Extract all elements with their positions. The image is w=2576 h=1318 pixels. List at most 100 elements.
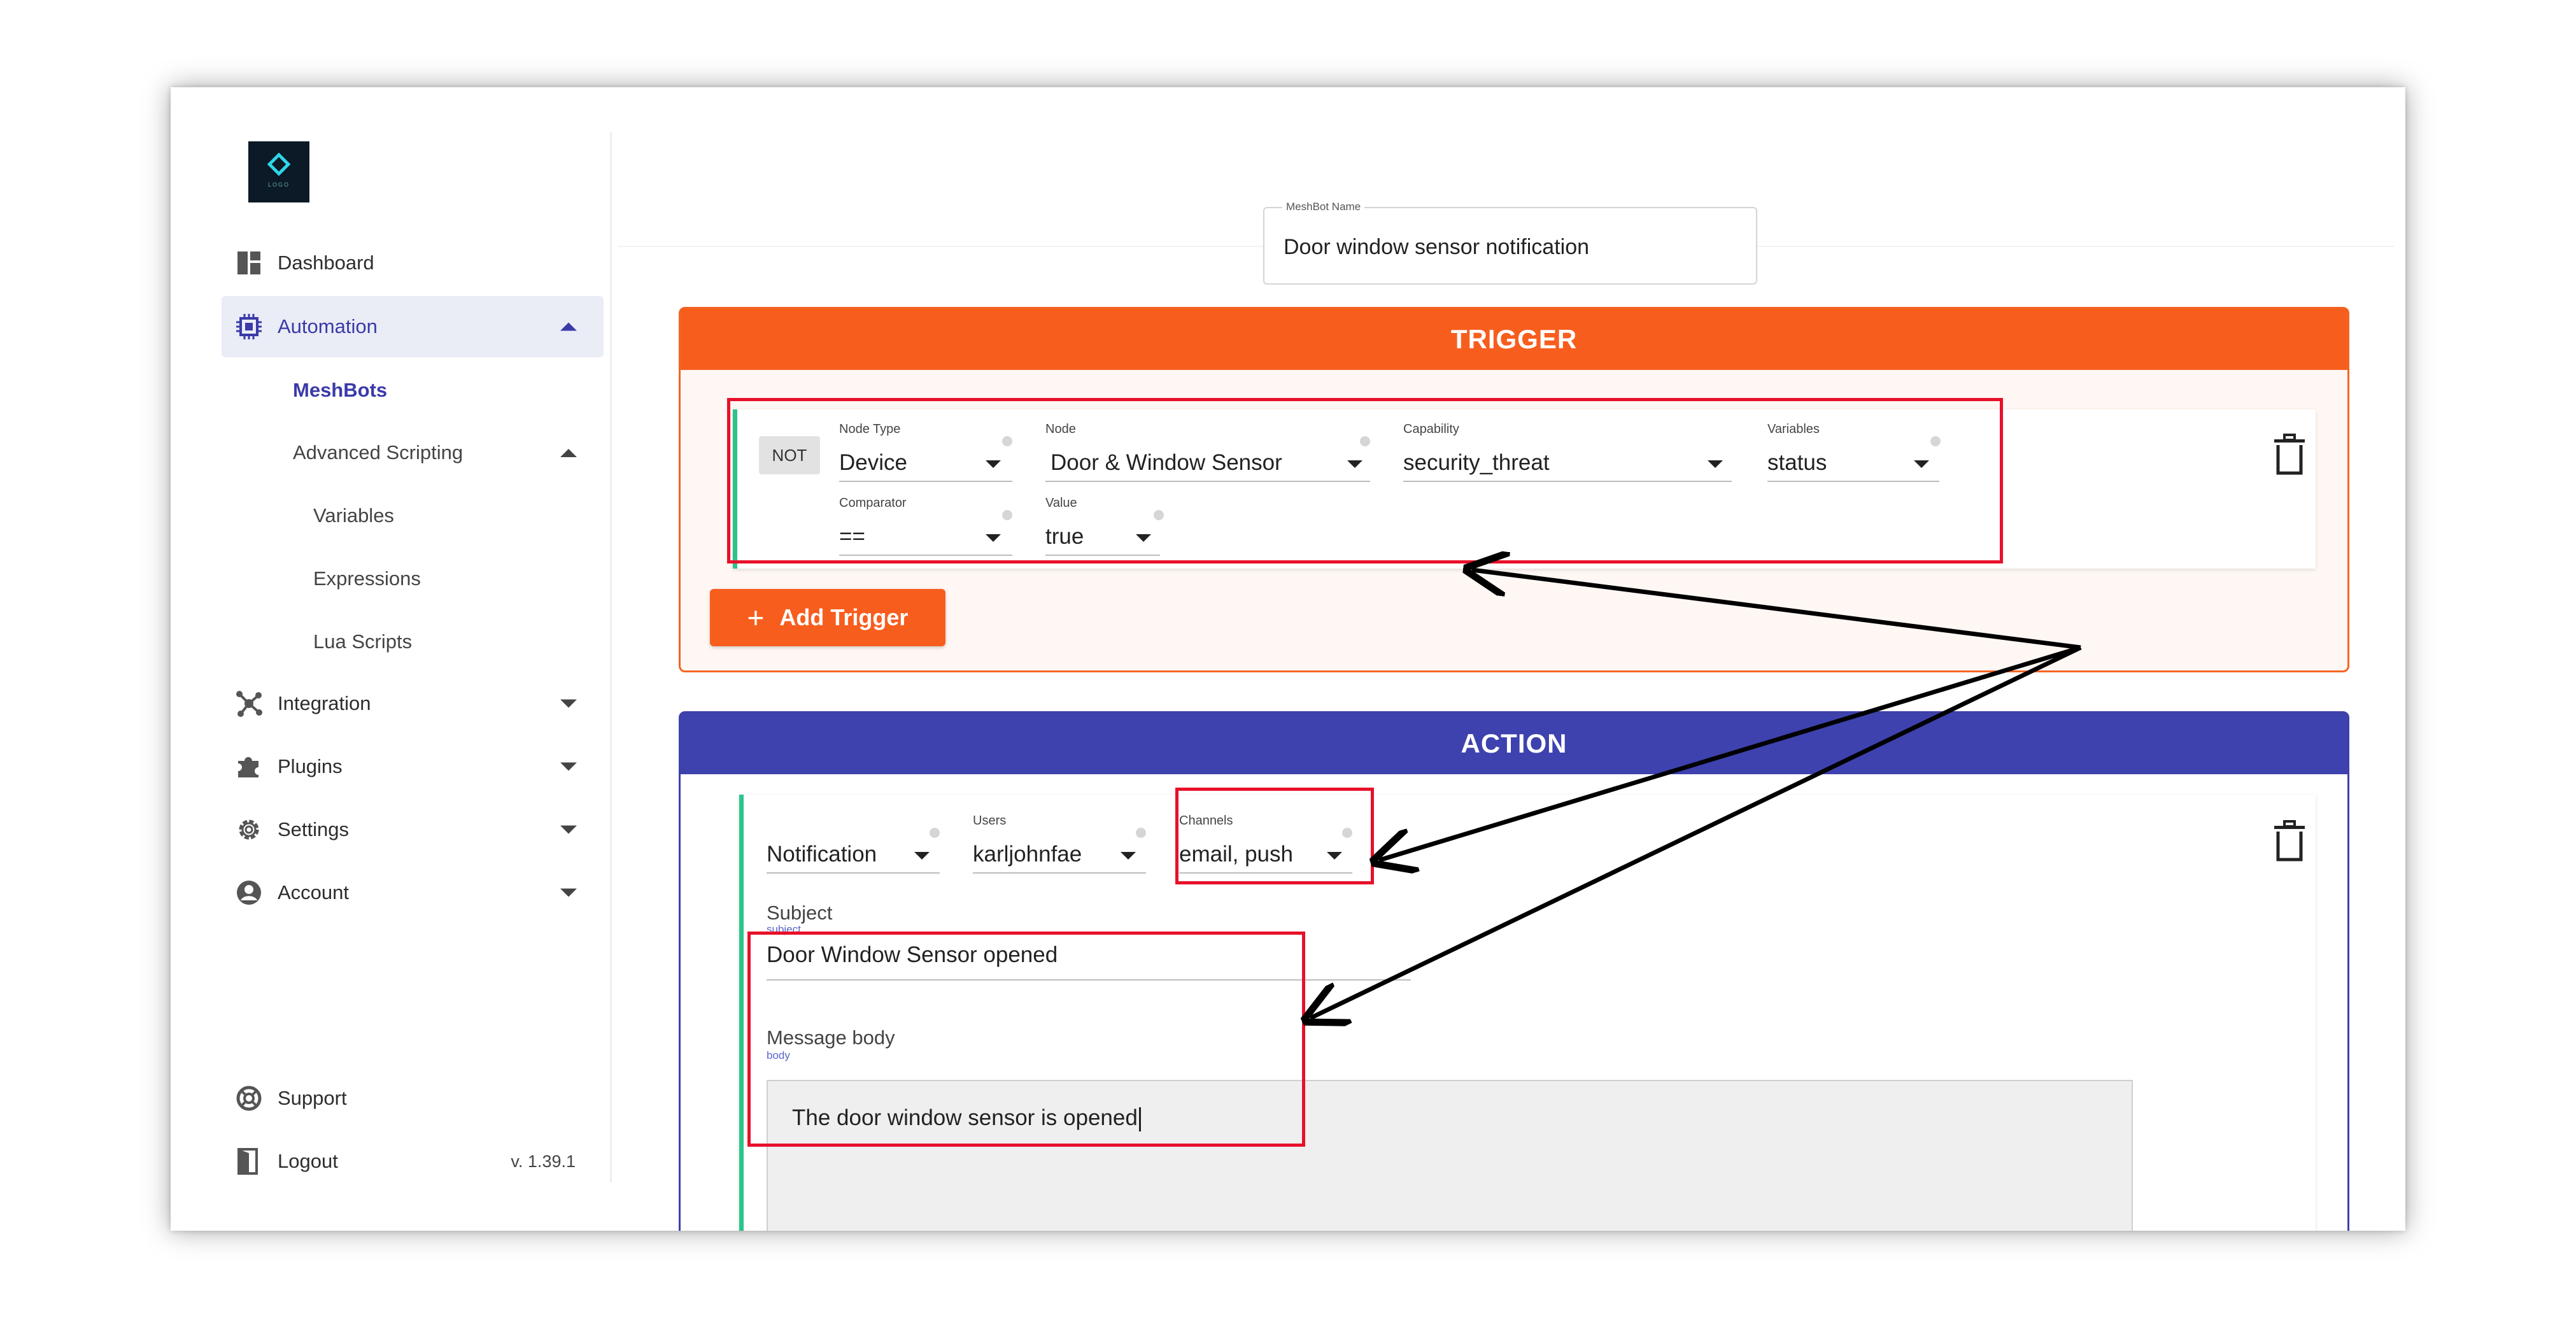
info-dot-icon (930, 828, 940, 838)
info-dot-icon (1930, 436, 1941, 446)
chevron-down-icon (1121, 852, 1136, 860)
sidebar-item-logout[interactable]: Logout v. 1.39.1 (222, 1131, 604, 1192)
app-logo[interactable]: LOGO (248, 141, 309, 202)
chevron-down-icon (1914, 460, 1929, 468)
node-type-value: Device (839, 450, 907, 475)
message-body-textarea[interactable]: The door window sensor is opened (767, 1080, 2133, 1231)
chevron-down-icon (1347, 460, 1362, 468)
info-dot-icon (1342, 828, 1352, 838)
chip-icon (234, 312, 264, 341)
value-select[interactable]: Value true (1045, 496, 1164, 557)
variables-value: status (1767, 450, 1827, 475)
field-underline (839, 481, 1012, 482)
channels-value: email, push (1179, 842, 1293, 867)
info-dot-icon (1360, 436, 1370, 446)
trigger-section: TRIGGER NOT Node Type Device Node Door &… (679, 307, 2349, 672)
integration-hub-icon (234, 689, 264, 718)
sidebar-item-account[interactable]: Account (222, 862, 604, 923)
action-title: ACTION (681, 713, 2347, 774)
meshbot-name-label: MeshBot Name (1282, 201, 1365, 213)
field-underline (1045, 481, 1370, 482)
comparator-select[interactable]: Comparator == (839, 496, 1012, 557)
sidebar-item-variables[interactable]: Variables (313, 490, 394, 541)
comparator-value: == (839, 524, 865, 549)
node-type-label: Node Type (839, 422, 901, 436)
capability-select[interactable]: Capability security_threat (1403, 422, 1732, 483)
not-toggle-button[interactable]: NOT (759, 436, 820, 474)
field-underline (1403, 481, 1732, 482)
sidebar-item-advanced-scripting[interactable]: Advanced Scripting (293, 427, 604, 478)
delete-trigger-trash-icon[interactable] (2272, 434, 2307, 476)
chevron-down-icon (1136, 534, 1151, 542)
field-underline (1767, 481, 1939, 482)
field-underline (767, 872, 940, 874)
message-body-sublabel: body (767, 1049, 790, 1061)
info-dot-icon (1154, 510, 1164, 520)
node-value: Door & Window Sensor (1051, 450, 1282, 475)
chevron-down-icon (914, 852, 930, 860)
chevron-down-icon (986, 534, 1001, 542)
app-window: LOGO Dashboard Automation MeshBots Advan… (171, 87, 2405, 1231)
add-trigger-label: Add Trigger (779, 604, 909, 630)
sidebar-item-integration[interactable]: Integration (222, 673, 604, 734)
field-underline (767, 979, 1411, 981)
capability-value: security_threat (1403, 450, 1550, 475)
info-dot-icon (1002, 510, 1012, 520)
logo-diamond-icon (267, 152, 291, 176)
logo-text: LOGO (267, 181, 290, 188)
sidebar-item-label: Automation (278, 315, 378, 337)
delete-action-trash-icon[interactable] (2272, 820, 2307, 862)
chevron-up-icon (560, 449, 577, 457)
node-type-select[interactable]: Node Type Device (839, 422, 1012, 483)
sidebar-item-automation[interactable]: Automation (222, 296, 604, 357)
dashboard-icon (234, 248, 264, 278)
add-trigger-button[interactable]: + Add Trigger (710, 589, 945, 646)
meshbot-name-input[interactable]: MeshBot Name Door window sensor notifica… (1263, 201, 1757, 285)
channels-label: Channels (1179, 814, 1233, 828)
sidebar-item-support[interactable]: Support (222, 1068, 604, 1129)
message-body-text: The door window sensor is opened (792, 1105, 1138, 1130)
subject-label: Subject (767, 902, 833, 924)
users-label: Users (973, 814, 1007, 828)
sidebar-item-plugins[interactable]: Plugins (222, 736, 604, 797)
sidebar-item-label: Dashboard (278, 252, 374, 274)
action-card: Notification Users karljohnfae Channels … (739, 795, 2316, 1231)
chevron-down-icon (986, 460, 1001, 468)
logout-door-icon (234, 1147, 264, 1176)
field-underline (1179, 872, 1352, 874)
sidebar-item-label: Settings (278, 818, 350, 840)
info-dot-icon (1002, 436, 1012, 446)
comparator-label: Comparator (839, 496, 907, 510)
field-underline (973, 872, 1146, 874)
sidebar-item-dashboard[interactable]: Dashboard (222, 232, 604, 294)
variables-select[interactable]: Variables status (1767, 422, 1941, 483)
gear-icon (234, 815, 264, 844)
chevron-down-icon (560, 825, 577, 834)
sidebar-item-label: Advanced Scripting (293, 441, 464, 464)
sidebar-divider (610, 132, 612, 1182)
node-label: Node (1045, 422, 1076, 436)
field-underline (839, 555, 1012, 556)
action-type-select[interactable]: Notification (767, 814, 940, 875)
subject-input[interactable]: Subject subject Door Window Sensor opene… (767, 902, 1411, 984)
sidebar: LOGO Dashboard Automation MeshBots Advan… (171, 87, 616, 1231)
message-body-label: Message body (767, 1026, 895, 1049)
users-select[interactable]: Users karljohnfae (973, 814, 1146, 875)
sidebar-item-meshbots[interactable]: MeshBots (293, 365, 387, 416)
sidebar-item-lua-scripts[interactable]: Lua Scripts (313, 616, 412, 667)
subject-value: Door Window Sensor opened (767, 942, 1058, 967)
user-circle-icon (234, 878, 264, 907)
variables-label: Variables (1767, 422, 1820, 436)
sidebar-item-label: Support (278, 1087, 347, 1109)
sidebar-item-settings[interactable]: Settings (222, 799, 604, 860)
channels-select[interactable]: Channels email, push (1179, 814, 1352, 875)
chevron-down-icon (560, 762, 577, 771)
capability-label: Capability (1403, 422, 1459, 436)
action-section: ACTION Notification Users karljohnfae Ch… (679, 711, 2349, 1231)
sidebar-item-expressions[interactable]: Expressions (313, 553, 421, 604)
sidebar-item-label: Logout (278, 1150, 338, 1172)
node-select[interactable]: Node Door & Window Sensor (1045, 422, 1370, 483)
lifebuoy-icon (234, 1084, 264, 1113)
value-label: Value (1045, 496, 1077, 510)
chevron-down-icon (1708, 460, 1723, 468)
